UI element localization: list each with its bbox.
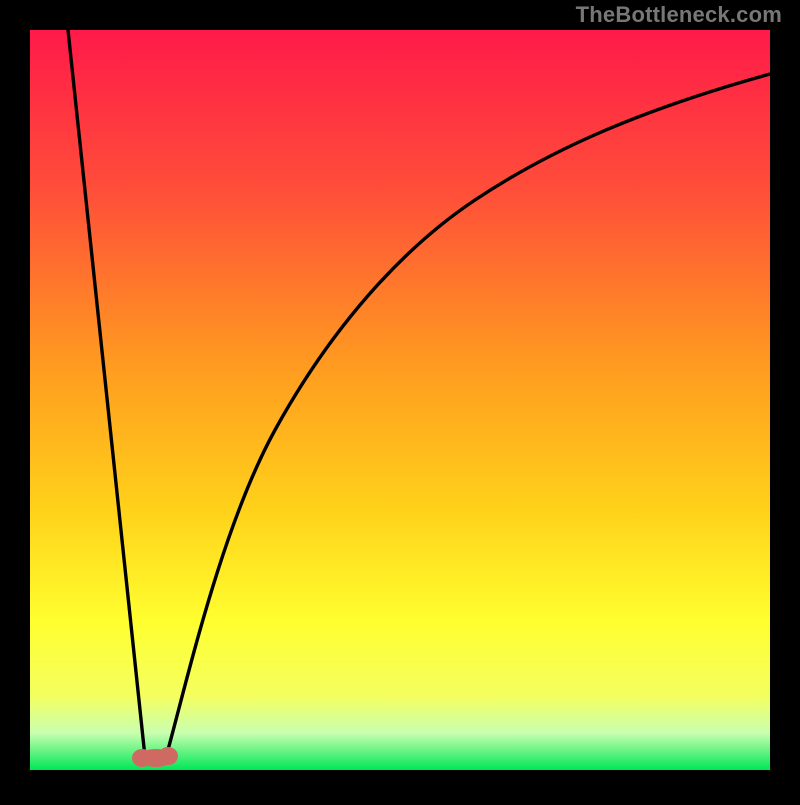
minimum-marker [132,747,178,767]
plot-background [30,30,770,770]
watermark-text: TheBottleneck.com [576,2,782,28]
chart-frame: TheBottleneck.com [0,0,800,800]
chart-svg [0,0,800,800]
